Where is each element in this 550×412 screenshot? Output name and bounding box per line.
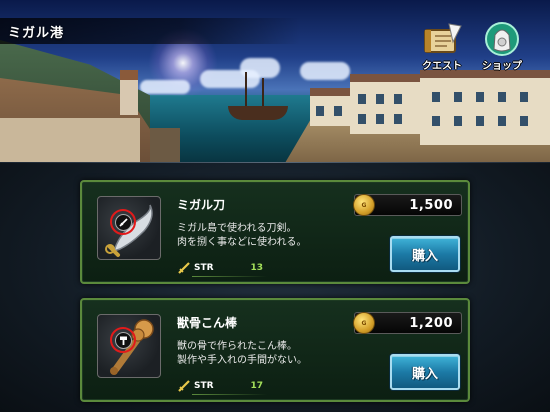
sword-type-badge bbox=[110, 209, 136, 235]
building bbox=[350, 74, 420, 134]
quest-label: クエスト bbox=[422, 61, 462, 72]
pier bbox=[150, 128, 180, 163]
item-price: 1,200 bbox=[409, 315, 453, 331]
str-sword-icon bbox=[178, 262, 190, 274]
ship bbox=[228, 106, 288, 120]
location-title-bar: ミガル港 bbox=[0, 18, 300, 44]
stat-label: STR bbox=[194, 381, 214, 391]
str-sword-icon bbox=[178, 380, 190, 392]
price-box: G 1,500 bbox=[353, 194, 462, 216]
stat-underline bbox=[192, 276, 267, 277]
sword-icon bbox=[114, 213, 132, 231]
item-thumbnail bbox=[97, 314, 161, 378]
shop-button[interactable]: ショップ bbox=[476, 20, 528, 72]
shop-item-card[interactable]: ミガル刀 G 1,500 ミガル島で使われる刀剣。 肉を捌く事などに使われる。 … bbox=[80, 180, 470, 284]
price-box: G 1,200 bbox=[353, 312, 462, 334]
stat-value: 13 bbox=[250, 263, 263, 273]
buy-button[interactable]: 購入 bbox=[390, 354, 460, 390]
hammer-type-badge bbox=[110, 327, 136, 353]
building bbox=[310, 88, 352, 126]
cloud bbox=[300, 62, 350, 80]
gold-coin-icon: G bbox=[353, 312, 375, 334]
buy-label: 購入 bbox=[411, 366, 438, 382]
shop-bag-icon bbox=[480, 22, 524, 56]
item-price: 1,500 bbox=[409, 197, 453, 213]
gold-coin-icon: G bbox=[353, 194, 375, 216]
house-wall bbox=[0, 118, 140, 163]
quest-book-icon bbox=[420, 22, 464, 56]
stat-label: STR bbox=[194, 263, 214, 273]
cloud bbox=[140, 80, 190, 94]
ship-mast bbox=[245, 72, 247, 108]
location-title: ミガル港 bbox=[8, 25, 65, 41]
item-stat: STR 13 bbox=[177, 260, 267, 276]
item-stat: STR 17 bbox=[177, 378, 267, 394]
shop-label: ショップ bbox=[482, 61, 522, 72]
item-description: 獣の骨で作られたこん棒。 製作や手入れの手間がない。 bbox=[177, 341, 307, 366]
stat-value: 17 bbox=[250, 381, 263, 391]
building bbox=[420, 70, 550, 145]
hammer-icon bbox=[114, 331, 132, 349]
buy-button[interactable]: 購入 bbox=[390, 236, 460, 272]
item-description: ミガル島で使われる刀剣。 肉を捌く事などに使われる。 bbox=[177, 223, 307, 248]
item-thumbnail bbox=[97, 196, 161, 260]
tower bbox=[120, 70, 138, 115]
shop-item-card[interactable]: 獣骨こん棒 G 1,200 獣の骨で作られたこん棒。 製作や手入れの手間がない。… bbox=[80, 298, 470, 402]
stat-underline bbox=[192, 394, 267, 395]
item-name: ミガル刀 bbox=[177, 198, 226, 212]
item-name: 獣骨こん棒 bbox=[177, 316, 238, 330]
ship-mast bbox=[262, 78, 264, 108]
quest-button[interactable]: クエスト bbox=[416, 20, 468, 72]
buy-label: 購入 bbox=[411, 248, 438, 264]
